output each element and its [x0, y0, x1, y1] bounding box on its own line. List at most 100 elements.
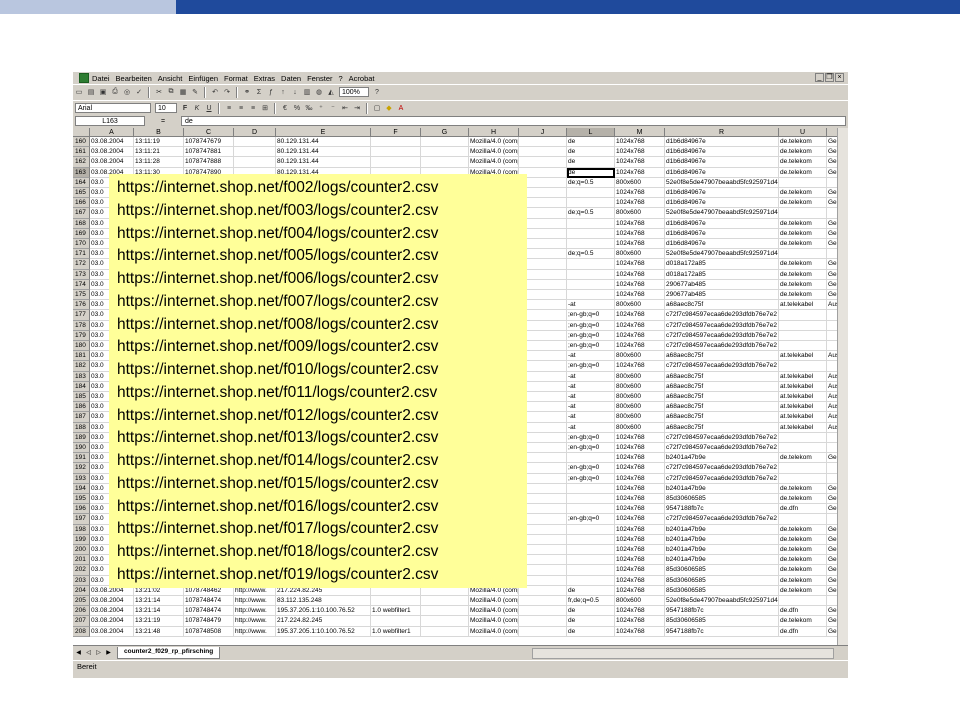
cell-l[interactable]: fr,de;q=0.5 [567, 596, 615, 607]
cell-l[interactable]: de [567, 616, 615, 627]
cell-g[interactable] [421, 596, 469, 607]
cell-f[interactable] [371, 147, 421, 158]
cell-a[interactable]: 03.08.2004 [90, 626, 134, 637]
cell-m[interactable]: 1024x768 [615, 198, 665, 209]
cell-m[interactable]: 1024x768 [615, 330, 665, 341]
cell-m[interactable]: 1024x768 [615, 218, 665, 229]
row-header[interactable]: 185 [73, 392, 90, 403]
row-header[interactable]: 165 [73, 188, 90, 199]
cell-b[interactable]: 13:11:21 [134, 147, 184, 158]
cell-m[interactable]: 1024x768 [615, 188, 665, 199]
cell-u[interactable] [779, 361, 827, 372]
tab-next-icon[interactable]: ▷ [94, 649, 103, 658]
cell-m[interactable]: 1024x768 [615, 626, 665, 637]
cell-r[interactable]: c72f7c984597ecaa6de293dfdb76e7e2 [665, 320, 779, 331]
cell-r[interactable]: c72f7c984597ecaa6de293dfdb76e7e2 [665, 341, 779, 352]
cell-u[interactable]: at.telekabel [779, 402, 827, 413]
cell-m[interactable]: 1024x768 [615, 157, 665, 168]
cell-u[interactable]: de.dfn [779, 504, 827, 515]
menu-daten[interactable]: Daten [281, 74, 301, 83]
cell-r[interactable]: c72f7c984597ecaa6de293dfdb76e7e2 [665, 432, 779, 443]
cell-u[interactable]: at.telekabel [779, 300, 827, 311]
cell-u[interactable] [779, 463, 827, 474]
italic-button[interactable]: K [192, 103, 202, 113]
row-header[interactable]: 163 [73, 167, 90, 178]
cell-r[interactable]: b2401a47b9e [665, 524, 779, 535]
cell-u[interactable]: de.telekom [779, 585, 827, 596]
tab-last-icon[interactable]: ▶ [104, 649, 113, 658]
cell-l[interactable] [567, 188, 615, 199]
row-header[interactable]: 170 [73, 239, 90, 250]
cell-r[interactable]: d018a172a85 [665, 259, 779, 270]
print-icon[interactable]: ⎙ [110, 87, 120, 97]
save-icon[interactable]: ▣ [98, 87, 108, 97]
cell-l[interactable]: ;en-gb;q=0 [567, 443, 615, 454]
cell-g[interactable] [421, 606, 469, 617]
cell-u[interactable]: de.telekom [779, 269, 827, 280]
cell-u[interactable] [779, 330, 827, 341]
cell-u[interactable] [779, 514, 827, 525]
cell-m[interactable]: 1024x768 [615, 534, 665, 545]
bold-button[interactable]: F [180, 103, 190, 113]
cell-u[interactable]: de.telekom [779, 198, 827, 209]
row-header[interactable]: 181 [73, 351, 90, 362]
cell-d[interactable]: http://www. [234, 596, 276, 607]
cell-r[interactable]: 52e0f8e5de47907beaabd5fc925971d4 [665, 208, 779, 219]
cell-u[interactable]: de.telekom [779, 259, 827, 270]
cell-r[interactable]: 52e0f8e5de47907beaabd5fc925971d4 [665, 249, 779, 260]
cell-g[interactable] [421, 157, 469, 168]
cell-u[interactable]: de.telekom [779, 616, 827, 627]
cell-m[interactable]: 1024x768 [615, 504, 665, 515]
autosum-icon[interactable]: Σ [254, 87, 264, 97]
cell-m[interactable]: 1024x768 [615, 463, 665, 474]
cell-m[interactable]: 1024x768 [615, 616, 665, 627]
copy-icon[interactable]: ⧉ [166, 87, 176, 97]
cell-m[interactable]: 1024x768 [615, 473, 665, 484]
cell-l[interactable]: -at [567, 300, 615, 311]
column-header[interactable]: G [421, 128, 469, 137]
column-header[interactable]: J [519, 128, 567, 137]
row-header[interactable]: 207 [73, 616, 90, 627]
row-header[interactable]: 205 [73, 596, 90, 607]
cell-l[interactable] [567, 453, 615, 464]
cell-m[interactable]: 1024x768 [615, 147, 665, 158]
row-header[interactable]: 167 [73, 208, 90, 219]
cell-c[interactable]: 1078748474 [184, 596, 234, 607]
cell-u[interactable]: de.telekom [779, 453, 827, 464]
cell-u[interactable]: de.telekom [779, 290, 827, 301]
row-header[interactable]: 175 [73, 290, 90, 301]
cell-m[interactable]: 1024x768 [615, 443, 665, 454]
cell-r[interactable]: 85d30606585 [665, 585, 779, 596]
cell-l[interactable] [567, 239, 615, 250]
horizontal-scrollbar[interactable] [532, 647, 834, 659]
cell-r[interactable]: a68aec8c75f [665, 381, 779, 392]
cell-l[interactable]: de [567, 606, 615, 617]
cell-u[interactable]: at.telekabel [779, 381, 827, 392]
menu-fenster[interactable]: Fenster [307, 74, 332, 83]
cell-e[interactable]: 195.37.205.1:10.100.76.52 [276, 626, 371, 637]
row-header[interactable]: 203 [73, 575, 90, 586]
row-header[interactable]: 169 [73, 228, 90, 239]
cell-m[interactable]: 1024x768 [615, 320, 665, 331]
row-header[interactable]: 184 [73, 381, 90, 392]
cell-e[interactable]: 80.129.131.44 [276, 137, 371, 148]
cell-u[interactable]: de.telekom [779, 545, 827, 556]
cell-r[interactable]: a68aec8c75f [665, 351, 779, 362]
row-header[interactable]: 204 [73, 585, 90, 596]
menu-acrobat[interactable]: Acrobat [349, 74, 375, 83]
cell-m[interactable]: 1024x768 [615, 167, 665, 178]
cell-l[interactable]: ;en-gb;q=0 [567, 341, 615, 352]
cell-j[interactable] [519, 157, 567, 168]
row-header[interactable]: 201 [73, 555, 90, 566]
cell-l[interactable]: -at [567, 402, 615, 413]
cell-u[interactable]: de.telekom [779, 239, 827, 250]
align-left-icon[interactable]: ≡ [224, 103, 234, 113]
select-all-corner[interactable] [73, 128, 90, 137]
cell-a[interactable]: 03.08.2004 [90, 157, 134, 168]
indent-decrease-icon[interactable]: ⇤ [340, 103, 350, 113]
row-header[interactable]: 197 [73, 514, 90, 525]
cell-l[interactable] [567, 504, 615, 515]
row-header[interactable]: 183 [73, 371, 90, 382]
cell-m[interactable]: 800x600 [615, 371, 665, 382]
cell-b[interactable]: 13:21:48 [134, 626, 184, 637]
